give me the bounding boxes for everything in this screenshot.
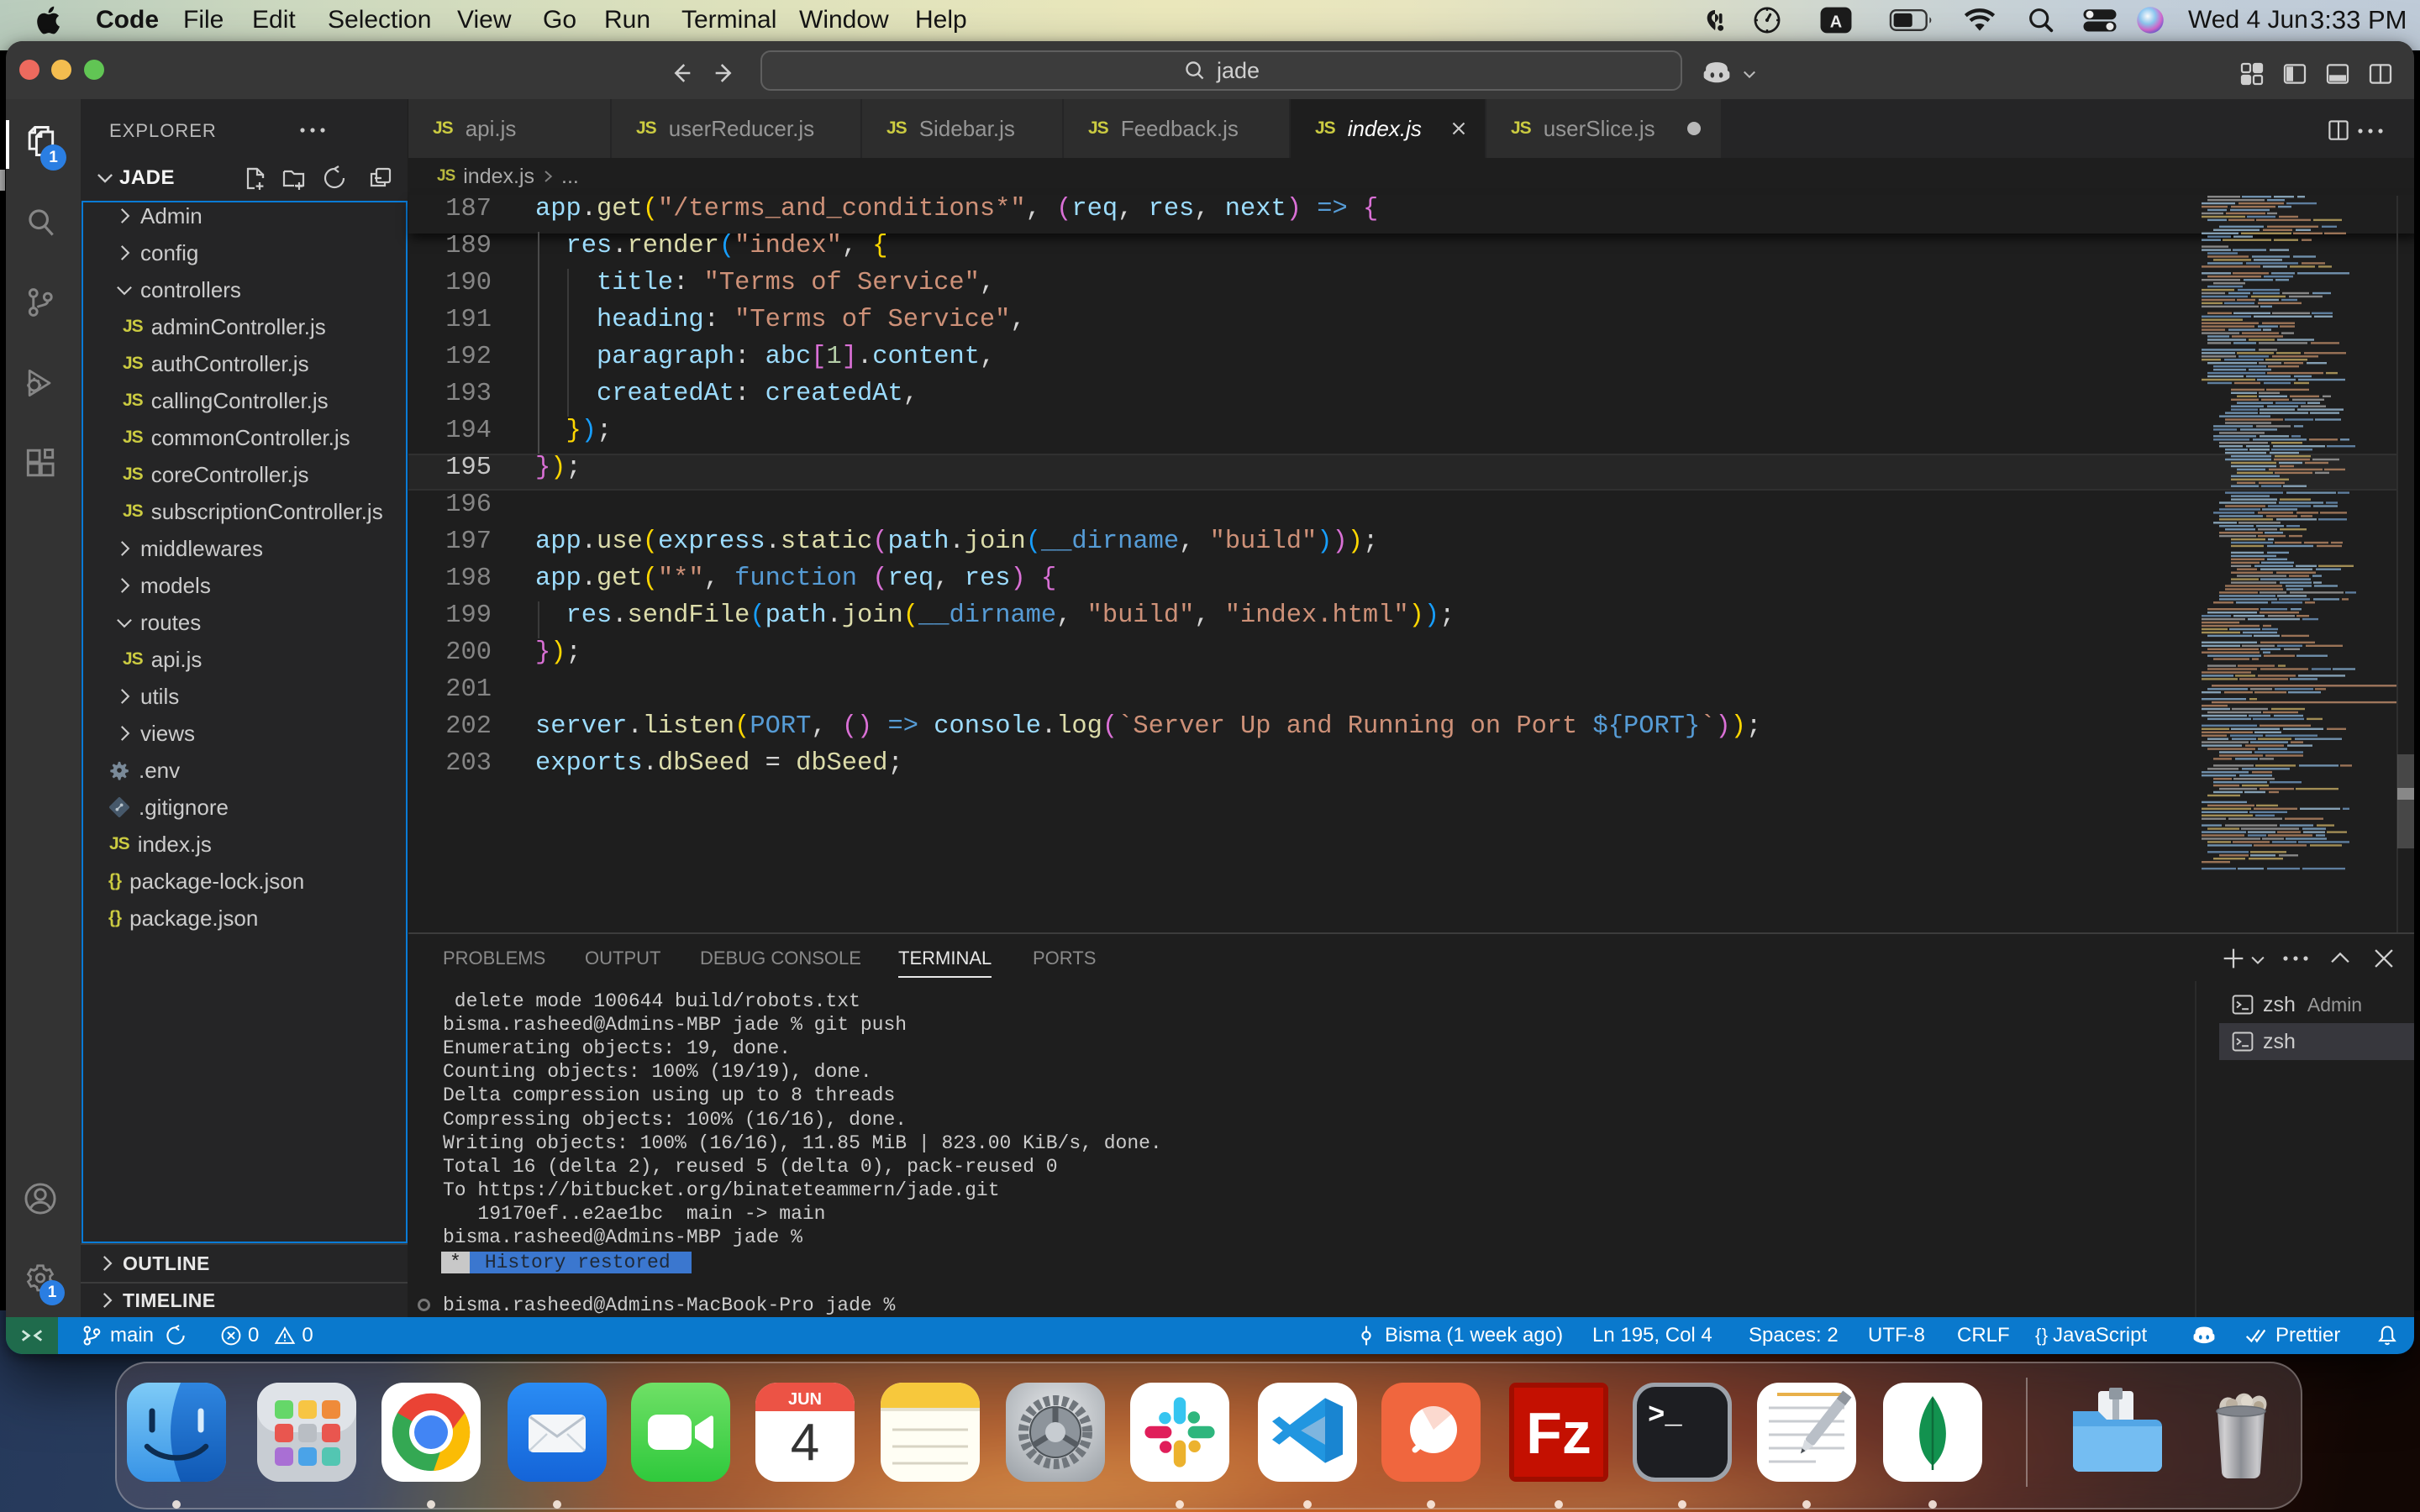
svg-text:Fz: Fz	[1526, 1400, 1591, 1466]
svg-text:>_: >_	[1648, 1400, 1682, 1432]
svg-text:JUN: JUN	[788, 1390, 822, 1409]
svg-text:A: A	[1830, 13, 1842, 31]
svg-text:4: 4	[791, 1414, 819, 1472]
